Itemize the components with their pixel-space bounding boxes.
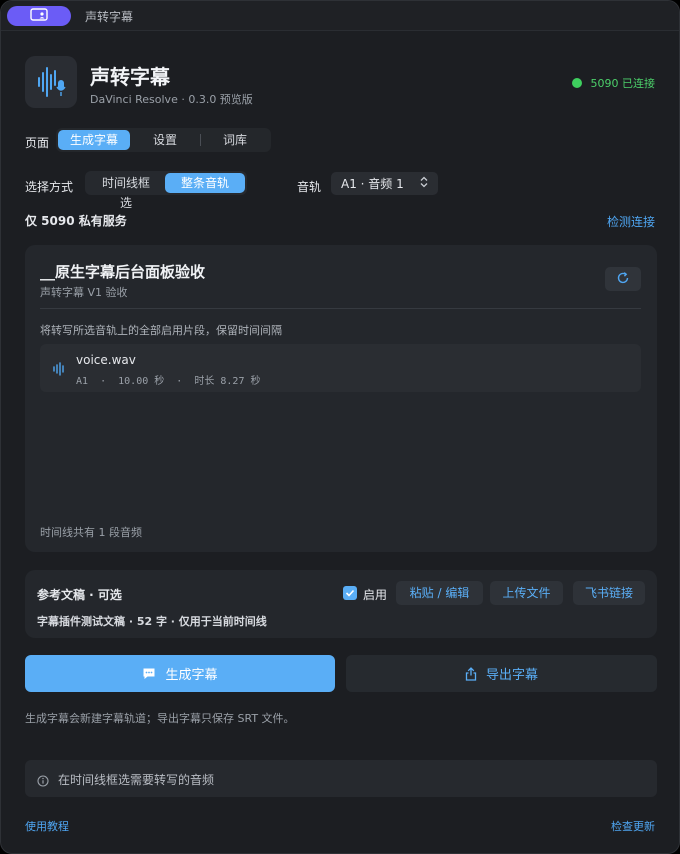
title-bar: 声转字幕 <box>1 1 679 31</box>
chevron-updown-icon <box>420 176 428 191</box>
reference-card: 参考文稿 · 可选 字幕插件测试文稿 · 52 字 · 仅用于当前时间线 启用 … <box>25 570 657 638</box>
subtitle-icon <box>142 667 156 680</box>
clip-name: voice.wav <box>76 353 136 367</box>
info-icon <box>37 772 49 791</box>
track-select[interactable]: A1 · 音频 1 <box>331 172 438 195</box>
service-label: 仅 5090 私有服务 <box>25 214 127 228</box>
action-hint: 生成字幕会新建字幕轨道；导出字幕只保存 SRT 文件。 <box>25 712 295 725</box>
waveform-microphone-icon <box>25 56 77 108</box>
feishu-link-button[interactable]: 飞书链接 <box>573 581 645 605</box>
window-title: 声转字幕 <box>85 10 134 24</box>
app-window: 声转字幕 声转字幕 DaVinci Resolve · 0.3.0 预览版 50… <box>0 0 680 854</box>
reference-meta: 字幕插件测试文稿 · 52 字 · 仅用于当前时间线 <box>37 615 267 628</box>
status-text: 5090 已连接 <box>590 77 656 90</box>
timeline-title: __原生字幕后台面板验收 <box>40 263 206 281</box>
timeline-description: 将转写所选音轨上的全部启用片段，保留时间间隔 <box>40 324 282 337</box>
reference-title: 参考文稿 · 可选 <box>37 588 122 602</box>
track-select-value: A1 · 音频 1 <box>341 177 404 191</box>
paste-edit-button[interactable]: 粘贴 / 编辑 <box>396 581 483 605</box>
check-update-link[interactable]: 检查更新 <box>611 818 655 834</box>
export-subtitles-button[interactable]: 导出字幕 <box>346 655 657 692</box>
enable-label[interactable]: 启用 <box>363 586 387 603</box>
info-text: 在时间线框选需要转写的音频 <box>58 773 215 787</box>
page-tabs: 生成字幕 设置 词库 <box>56 128 271 152</box>
option-whole-track[interactable]: 整条音轨 <box>165 173 245 193</box>
selection-mode: 时间线框选 整条音轨 <box>85 171 247 210</box>
app-name: 声转字幕 <box>90 65 170 89</box>
clip-item[interactable]: voice.wav A1 · 10.00 秒 · 时长 8.27 秒 <box>40 344 641 392</box>
tab-settings[interactable]: 设置 <box>130 130 200 150</box>
selection-label: 选择方式 <box>25 180 74 194</box>
tutorial-link[interactable]: 使用教程 <box>25 818 69 834</box>
generate-label: 生成字幕 <box>165 668 218 683</box>
enable-checkbox[interactable] <box>343 586 357 600</box>
timeline-subtitle: 声转字幕 V1 验收 <box>40 286 128 299</box>
clip-meta: A1 · 10.00 秒 · 时长 8.27 秒 <box>76 376 261 387</box>
panel-user-icon <box>30 7 48 26</box>
connection-status: 5090 已连接 <box>571 75 656 91</box>
card-divider <box>40 308 641 309</box>
tab-vocabulary[interactable]: 词库 <box>201 130 269 150</box>
upload-file-button[interactable]: 上传文件 <box>490 581 563 605</box>
share-icon <box>465 666 477 681</box>
timeline-footer: 时间线共有 1 段音频 <box>40 526 142 539</box>
app-subtitle: DaVinci Resolve · 0.3.0 预览版 <box>90 93 253 106</box>
tab-generate[interactable]: 生成字幕 <box>58 130 130 150</box>
status-dot <box>571 78 582 88</box>
waveform-icon <box>52 361 66 380</box>
generate-subtitles-button[interactable]: 生成字幕 <box>25 655 335 692</box>
export-label: 导出字幕 <box>485 668 538 683</box>
refresh-button[interactable] <box>605 267 641 291</box>
titlebar-pill[interactable] <box>7 6 71 26</box>
page-label: 页面 <box>25 136 50 150</box>
track-label: 音轨 <box>297 180 322 194</box>
refresh-icon <box>616 270 630 289</box>
option-timeline-selection[interactable]: 时间线框选 <box>87 173 165 210</box>
timeline-card: __原生字幕后台面板验收 声转字幕 V1 验收 将转写所选音轨上的全部启用片段，… <box>25 245 657 552</box>
info-bar: 在时间线框选需要转写的音频 <box>25 760 657 797</box>
check-connection-link[interactable]: 检测连接 <box>607 213 655 230</box>
